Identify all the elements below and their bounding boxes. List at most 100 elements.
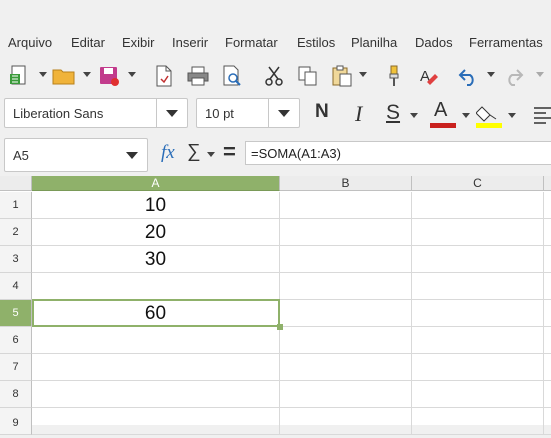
menu-estilos[interactable]: Estilos (297, 35, 335, 50)
menu-inserir[interactable]: Inserir (172, 35, 208, 50)
cell-c4[interactable] (412, 273, 544, 299)
bold-button[interactable]: N (315, 101, 329, 123)
row-header[interactable]: 7 (0, 354, 32, 381)
cell-b8[interactable] (280, 381, 412, 407)
column-header-a[interactable]: A (32, 176, 280, 191)
autofill-handle[interactable] (277, 324, 283, 330)
menu-arquivo[interactable]: Arquivo (8, 35, 52, 50)
paste-dropdown-icon[interactable] (359, 72, 367, 77)
formula-input[interactable]: =SOMA(A1:A3) (245, 141, 551, 165)
strikethrough-dropdown-icon[interactable] (410, 113, 418, 118)
cell-a9[interactable] (32, 408, 280, 434)
save-icon[interactable] (95, 62, 123, 90)
formatting-toolbar: Liberation Sans 10 pt N I S A (0, 95, 551, 135)
cell-b1[interactable] (280, 192, 412, 218)
cut-icon[interactable] (260, 62, 288, 90)
cell-c9[interactable] (412, 408, 544, 434)
menu-ferramentas[interactable]: Ferramentas (469, 35, 543, 50)
font-color-button[interactable]: A (434, 99, 447, 122)
chevron-down-icon (126, 151, 138, 159)
print-icon[interactable] (184, 62, 212, 90)
menu-formatar[interactable]: Formatar (225, 35, 278, 50)
table-row (32, 354, 551, 381)
export-pdf-icon[interactable] (150, 62, 178, 90)
cell-c6[interactable] (412, 327, 544, 353)
cell-a1[interactable]: 10 (32, 192, 280, 218)
cell-c8[interactable] (412, 381, 544, 407)
font-color-dropdown-icon[interactable] (462, 113, 470, 118)
row-header[interactable]: 8 (0, 381, 32, 408)
table-row: 10 (32, 192, 551, 219)
row-header[interactable]: 3 (0, 246, 32, 273)
open-dropdown-icon[interactable] (83, 72, 91, 77)
sum-icon[interactable]: ∑ (187, 141, 201, 163)
cell-b4[interactable] (280, 273, 412, 299)
font-name-value: Liberation Sans (13, 106, 104, 121)
cell-a2[interactable]: 20 (32, 219, 280, 245)
copy-icon[interactable] (294, 62, 322, 90)
column-header-b[interactable]: B (280, 176, 412, 191)
function-wizard-icon[interactable]: fx (161, 142, 175, 164)
redo-icon[interactable] (500, 62, 528, 90)
print-preview-icon[interactable] (218, 62, 246, 90)
menu-exibir[interactable]: Exibir (122, 35, 155, 50)
cell-b2[interactable] (280, 219, 412, 245)
clone-formatting-icon[interactable] (381, 62, 409, 90)
open-folder-icon[interactable] (50, 62, 78, 90)
cell-b9[interactable] (280, 408, 412, 434)
column-header-c[interactable]: C (412, 176, 544, 191)
italic-button[interactable]: I (355, 101, 362, 127)
menu-planilha[interactable]: Planilha (351, 35, 397, 50)
new-spreadsheet-icon[interactable] (5, 62, 33, 90)
font-size-dropdown[interactable] (268, 99, 299, 127)
cell-a6[interactable] (32, 327, 280, 353)
new-dropdown-icon[interactable] (39, 72, 47, 77)
highlight-color-icon[interactable] (475, 103, 502, 129)
row-header[interactable]: 9 (0, 408, 32, 435)
highlight-dropdown-icon[interactable] (508, 113, 516, 118)
align-left-icon[interactable] (532, 105, 551, 125)
font-size-box[interactable]: 10 pt (196, 98, 300, 128)
cell-c7[interactable] (412, 354, 544, 380)
font-name-dropdown[interactable] (156, 99, 187, 127)
chevron-down-icon (166, 109, 178, 117)
table-row (32, 381, 551, 408)
menu-editar[interactable]: Editar (71, 35, 105, 50)
redo-dropdown-icon[interactable] (536, 72, 544, 77)
row-header[interactable]: 6 (0, 327, 32, 354)
row-header[interactable]: 2 (0, 219, 32, 246)
row-header[interactable]: 5 (0, 300, 32, 327)
cell-c2[interactable] (412, 219, 544, 245)
table-row (32, 408, 551, 435)
clear-formatting-icon[interactable]: A (415, 62, 443, 90)
cell-b5[interactable] (280, 300, 412, 326)
cell-a4[interactable] (32, 273, 280, 299)
cell-c1[interactable] (412, 192, 544, 218)
paste-icon[interactable] (328, 62, 356, 90)
cell-b7[interactable] (280, 354, 412, 380)
select-all-corner[interactable] (0, 176, 32, 191)
cell-c3[interactable] (412, 246, 544, 272)
menu-dados[interactable]: Dados (415, 35, 453, 50)
undo-dropdown-icon[interactable] (487, 72, 495, 77)
table-row: 20 (32, 219, 551, 246)
font-color-bar (430, 123, 456, 128)
menu-bar: Arquivo Editar Exibir Inserir Formatar E… (0, 30, 551, 56)
save-dropdown-icon[interactable] (128, 72, 136, 77)
cell-a8[interactable] (32, 381, 280, 407)
cell-a7[interactable] (32, 354, 280, 380)
cell-c5[interactable] (412, 300, 544, 326)
cell-b3[interactable] (280, 246, 412, 272)
cell-a3[interactable]: 30 (32, 246, 280, 272)
column-header-d[interactable] (544, 176, 551, 191)
cell-b6[interactable] (280, 327, 412, 353)
undo-icon[interactable] (454, 62, 482, 90)
strikethrough-button[interactable]: S (386, 101, 400, 125)
row-header[interactable]: 1 (0, 192, 32, 219)
name-box-dropdown[interactable] (117, 139, 147, 171)
row-header[interactable]: 4 (0, 273, 32, 300)
sum-dropdown-icon[interactable] (207, 152, 215, 157)
formula-equals-icon[interactable]: = (223, 139, 236, 165)
name-box[interactable]: A5 (4, 138, 148, 172)
font-name-box[interactable]: Liberation Sans (4, 98, 188, 128)
